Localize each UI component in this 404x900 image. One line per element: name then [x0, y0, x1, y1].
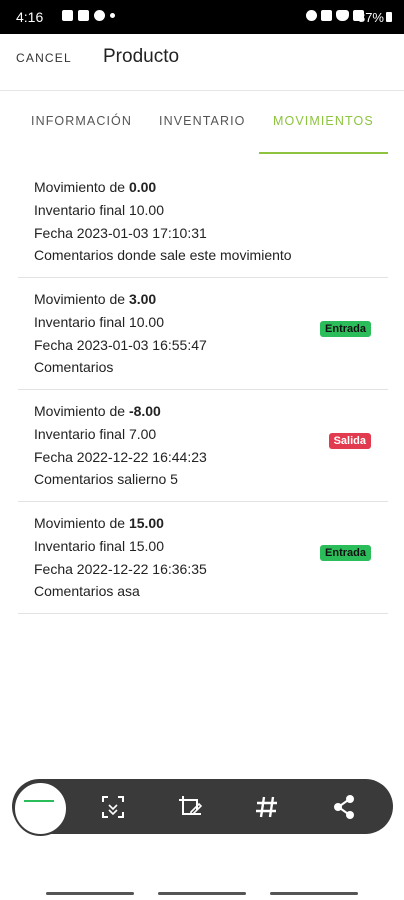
entrada-badge: Entrada [320, 545, 371, 561]
list-item[interactable]: Movimiento de 0.00 Inventario final 10.0… [18, 166, 388, 278]
movement-amount: 3.00 [128, 291, 157, 307]
active-tab-indicator [259, 152, 388, 154]
crop-edit-icon[interactable] [176, 793, 204, 821]
movement-date: Fecha 2023-01-03 17:10:31 [34, 224, 207, 241]
cancel-button[interactable]: CANCEL [16, 51, 72, 65]
movement-amount: -8.00 [128, 403, 161, 419]
movement-date: Fecha 2022-12-22 16:44:23 [34, 448, 207, 465]
battery-level: 87% [358, 10, 392, 25]
salida-badge: Salida [328, 433, 371, 449]
share-icon[interactable] [330, 793, 358, 821]
battery-percent: 87% [357, 10, 384, 25]
status-time: 4:16 [16, 9, 44, 25]
list-item[interactable]: Movimiento de 3.00 Inventario final 10.0… [18, 278, 388, 390]
tab-informacion[interactable]: INFORMACIÓN [31, 114, 132, 128]
movement-amount: 15.00 [128, 515, 164, 531]
mail-icon [78, 10, 89, 21]
tab-movimientos[interactable]: MOVIMIENTOS [273, 114, 374, 128]
app-bar: CANCEL Producto [0, 34, 404, 91]
facebook-icon [94, 10, 105, 21]
movement-prefix: Movimiento de [34, 403, 129, 419]
movement-prefix: Movimiento de [34, 179, 129, 195]
system-icons [306, 10, 364, 21]
mute-icon [321, 10, 332, 21]
movement-comments: Comentarios donde sale este movimiento [34, 247, 292, 264]
movement-date: Fecha 2022-12-22 16:36:35 [34, 560, 207, 577]
status-bar: 4:16 87% [0, 0, 404, 34]
movement-comments: Comentarios asa [34, 583, 140, 600]
tab-inventario[interactable]: INVENTARIO [159, 114, 245, 128]
hash-icon[interactable] [253, 793, 281, 821]
gallery-icon [62, 10, 73, 21]
movements-list: Movimiento de 0.00 Inventario final 10.0… [18, 166, 388, 614]
movement-amount-line: Movimiento de 0.00 [34, 176, 388, 199]
screenshot-thumbnail[interactable] [13, 781, 68, 836]
movement-amount: 0.00 [128, 179, 157, 195]
notification-icons [62, 10, 115, 21]
alarm-icon [306, 10, 317, 21]
screenshot-toolbar [12, 779, 393, 836]
entrada-badge: Entrada [320, 321, 371, 337]
wifi-icon [336, 10, 349, 21]
movement-amount-line: Movimiento de 3.00 [34, 288, 388, 311]
movement-comments: Comentarios salierno 5 [34, 471, 178, 488]
final-inventory: Inventario final 10.00 [34, 201, 164, 218]
system-nav-bar [0, 878, 404, 900]
battery-icon [386, 12, 392, 22]
list-item[interactable]: Movimiento de -8.00 Inventario final 7.0… [18, 390, 388, 502]
more-notifications-icon [110, 13, 115, 18]
scan-icon[interactable] [99, 793, 127, 821]
movement-amount-line: Movimiento de 15.00 [34, 512, 388, 535]
movement-date: Fecha 2023-01-03 16:55:47 [34, 336, 207, 353]
movement-amount-line: Movimiento de -8.00 [34, 400, 388, 423]
page-title: Producto [103, 46, 180, 67]
nav-home-button[interactable] [158, 892, 246, 895]
list-item[interactable]: Movimiento de 15.00 Inventario final 15.… [18, 502, 388, 614]
thumbnail-preview-line [24, 800, 54, 802]
movement-prefix: Movimiento de [34, 291, 129, 307]
nav-back-button[interactable] [270, 892, 358, 895]
movement-prefix: Movimiento de [34, 515, 129, 531]
tab-bar: INFORMACIÓN INVENTARIO MOVIMIENTOS [0, 92, 404, 156]
nav-recents-button[interactable] [46, 892, 134, 895]
movement-comments: Comentarios [34, 359, 114, 376]
